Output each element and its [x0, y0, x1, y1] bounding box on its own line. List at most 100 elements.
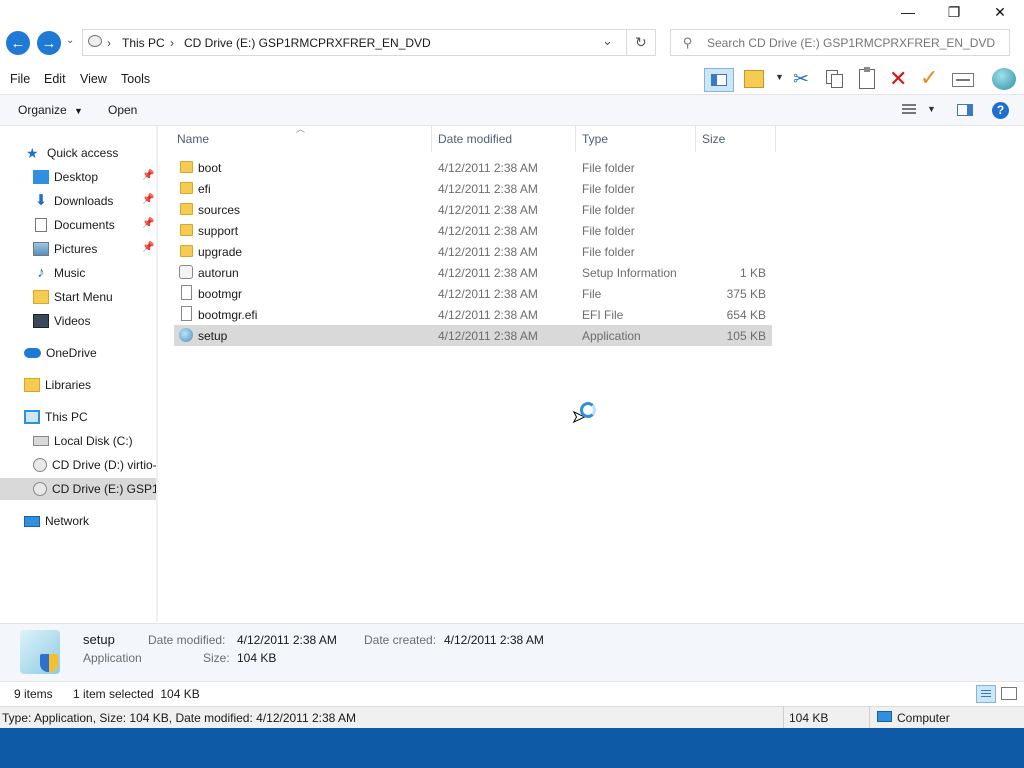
file-row[interactable]: boot 4/12/2011 2:38 AM File folder: [174, 157, 772, 178]
file-row[interactable]: setup 4/12/2011 2:38 AM Application 105 KB: [174, 325, 772, 346]
file-row[interactable]: bootmgr.efi 4/12/2011 2:38 AM EFI File 654 …: [174, 304, 772, 325]
column-header-date[interactable]: Date modified: [438, 132, 512, 146]
file-row[interactable]: sources 4/12/2011 2:38 AM File folder: [174, 199, 772, 220]
pin-icon[interactable]: 📌: [142, 218, 154, 229]
copy-icon[interactable]: [826, 70, 844, 88]
file-icon: [181, 285, 192, 300]
folder-icon: [33, 290, 49, 304]
nav-network[interactable]: Network: [0, 510, 156, 532]
maximize-button[interactable]: ❐: [931, 0, 977, 24]
recent-locations-chevron-icon[interactable]: ⌄: [66, 35, 74, 46]
nav-item-desktop[interactable]: Desktop 📌: [0, 166, 156, 188]
search-box[interactable]: ⚲: [670, 29, 1010, 56]
navigation-pane-toggle-icon[interactable]: [704, 68, 734, 92]
globe-icon[interactable]: [992, 68, 1016, 90]
new-folder-icon[interactable]: [744, 70, 764, 88]
breadcrumb-this-pc[interactable]: This PC: [122, 36, 165, 50]
computer-icon: [877, 711, 892, 722]
view-dropdown-icon[interactable]: ▼: [927, 104, 936, 114]
folder-icon: [180, 203, 193, 215]
status-file-info: Type: Application, Size: 104 KB, Date mo…: [2, 711, 356, 725]
column-separator[interactable]: [575, 126, 576, 152]
menu-tools[interactable]: Tools: [121, 72, 150, 86]
rename-icon[interactable]: [952, 73, 974, 87]
checkmark-properties-icon[interactable]: ✓: [920, 65, 938, 91]
nav-item-music[interactable]: ♪ Music: [0, 262, 156, 284]
address-dropdown-icon[interactable]: ⌄: [602, 33, 613, 49]
nav-drive-e[interactable]: CD Drive (E:) GSP1R: [0, 478, 156, 500]
nav-onedrive[interactable]: OneDrive: [0, 342, 156, 364]
details-size-label: Size:: [203, 651, 230, 665]
open-button[interactable]: Open: [108, 103, 137, 117]
pin-icon[interactable]: 📌: [142, 242, 154, 253]
busy-spinner-icon: [580, 402, 596, 418]
column-separator[interactable]: [431, 126, 432, 152]
nav-quick-access[interactable]: ★ Quick access: [0, 142, 156, 164]
nav-item-videos[interactable]: Videos: [0, 310, 156, 332]
menu-view[interactable]: View: [80, 72, 107, 86]
nav-libraries[interactable]: Libraries: [0, 374, 156, 396]
column-separator[interactable]: [775, 126, 776, 152]
file-type: EFI File: [582, 308, 624, 322]
close-button[interactable]: ✕: [977, 0, 1023, 24]
sort-ascending-icon: ︿: [296, 124, 306, 134]
nav-item-pictures[interactable]: Pictures 📌: [0, 238, 156, 260]
status-item-count: 9 items: [14, 687, 53, 701]
help-icon[interactable]: ?: [992, 102, 1009, 119]
file-row[interactable]: upgrade 4/12/2011 2:38 AM File folder: [174, 241, 772, 262]
preview-pane-icon[interactable]: [957, 104, 973, 116]
details-pane: setup Application Date modified: 4/12/20…: [0, 623, 1024, 681]
file-date: 4/12/2011 2:38 AM: [438, 161, 538, 175]
nav-drive-d[interactable]: CD Drive (D:) virtio-: [0, 454, 156, 476]
info-status-bar: Type: Application, Size: 104 KB, Date mo…: [0, 706, 1024, 729]
file-row[interactable]: support 4/12/2011 2:38 AM File folder: [174, 220, 772, 241]
nav-item-downloads[interactable]: ⬇ Downloads 📌: [0, 190, 156, 212]
desktop-icon: [33, 170, 49, 184]
file-name: bootmgr: [198, 287, 243, 301]
breadcrumb-separator-icon: ›: [170, 36, 174, 50]
pin-icon[interactable]: 📌: [142, 170, 154, 181]
file-name: setup: [198, 329, 228, 343]
nav-item-documents[interactable]: Documents 📌: [0, 214, 156, 236]
details-view-icon[interactable]: [976, 685, 996, 703]
details-size: 104 KB: [237, 651, 277, 665]
breadcrumb-separator-icon: ›: [107, 36, 111, 50]
file-row[interactable]: efi 4/12/2011 2:38 AM File folder: [174, 178, 772, 199]
network-icon: [24, 515, 40, 527]
column-separator[interactable]: [695, 126, 696, 152]
cut-icon[interactable]: ✂: [793, 68, 809, 91]
column-header-name[interactable]: Name: [177, 132, 209, 146]
nav-drive-c[interactable]: Local Disk (C:): [0, 430, 156, 452]
menu-file[interactable]: File: [10, 72, 30, 86]
refresh-icon[interactable]: ↻: [635, 34, 647, 51]
file-type: File folder: [582, 224, 635, 238]
address-bar[interactable]: › This PC › CD Drive (E:) GSP1RMCPRXFRER…: [82, 29, 656, 56]
nav-this-pc[interactable]: This PC: [0, 406, 156, 428]
menu-edit[interactable]: Edit: [44, 72, 66, 86]
column-header-type[interactable]: Type: [582, 132, 608, 146]
column-header-size[interactable]: Size: [702, 132, 725, 146]
large-icons-view-icon[interactable]: [1001, 687, 1017, 700]
forward-arrow-icon[interactable]: →: [37, 31, 61, 55]
change-view-icon[interactable]: [902, 104, 916, 115]
details-date-created-label: Date created:: [364, 633, 437, 647]
paste-icon[interactable]: [859, 67, 875, 89]
organize-button[interactable]: Organize ▼: [18, 103, 83, 117]
back-arrow-icon[interactable]: ←: [6, 31, 30, 55]
file-name: efi: [198, 182, 211, 196]
file-row[interactable]: autorun 4/12/2011 2:38 AM Setup Informatio…: [174, 262, 772, 283]
file-date: 4/12/2011 2:38 AM: [438, 182, 538, 196]
new-folder-dropdown-icon[interactable]: ▼: [775, 72, 784, 82]
file-row[interactable]: bootmgr 4/12/2011 2:38 AM File 375 KB: [174, 283, 772, 304]
nav-label: CD Drive (E:) GSP1R: [52, 482, 156, 496]
nav-item-start-menu[interactable]: Start Menu: [0, 286, 156, 308]
delete-icon[interactable]: ✕: [889, 66, 907, 92]
search-input[interactable]: [705, 33, 1005, 53]
search-icon: ⚲: [683, 35, 693, 50]
file-date: 4/12/2011 2:38 AM: [438, 224, 538, 238]
file-date: 4/12/2011 2:38 AM: [438, 266, 538, 280]
file-size: 375 KB: [726, 287, 766, 301]
minimize-button[interactable]: —: [885, 0, 931, 24]
breadcrumb-cd-drive-e[interactable]: CD Drive (E:) GSP1RMCPRXFRER_EN_DVD: [184, 36, 431, 50]
pin-icon[interactable]: 📌: [142, 194, 154, 205]
